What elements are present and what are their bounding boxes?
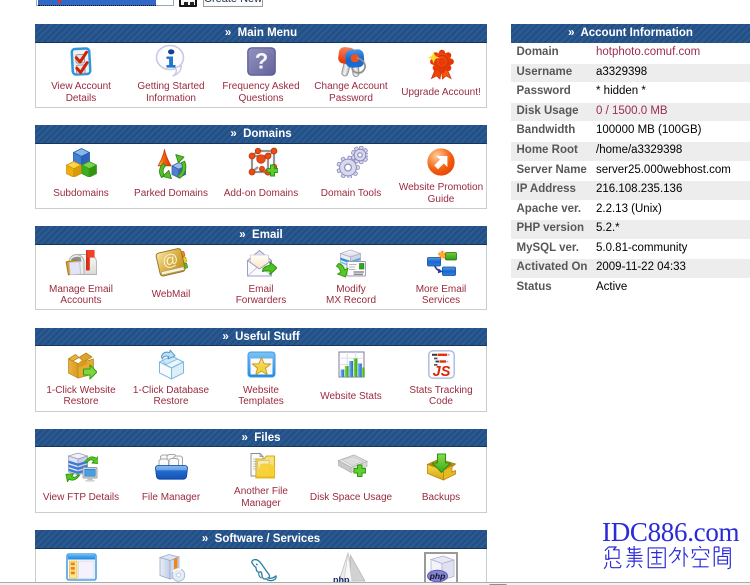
svg-text:?: ?: [254, 48, 267, 73]
svg-text:JS: JS: [432, 364, 450, 379]
svg-text:php: php: [429, 571, 446, 581]
